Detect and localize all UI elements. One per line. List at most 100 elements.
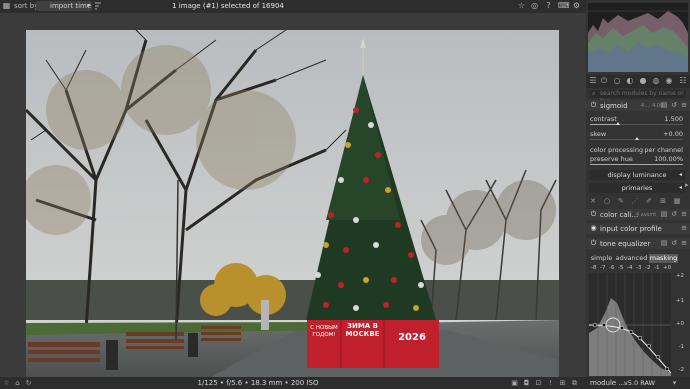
chevron-down-icon[interactable]: ▾ — [670, 378, 679, 388]
reset-icon[interactable]: ↺ — [670, 210, 678, 219]
module-power-icon[interactable]: ⏻ — [589, 101, 598, 110]
shortcuts-icon[interactable]: ⌨ — [558, 1, 570, 11]
drawn-parametric-mask-icon[interactable]: ✐ — [644, 196, 654, 206]
guides-icon[interactable]: ⊞ — [558, 378, 567, 388]
reset-icon[interactable]: ↺ — [670, 239, 678, 248]
module-power-icon[interactable]: ⏻ — [589, 210, 598, 219]
ev-tick: -7 — [600, 265, 606, 271]
primaries-label: primaries — [621, 184, 653, 192]
raster-mask-icon[interactable]: ⊞ — [658, 196, 668, 206]
display-luminance-section[interactable]: display luminance ◂ — [589, 170, 685, 180]
presets-icon[interactable]: ☷ — [678, 76, 688, 86]
parametric-mask-icon[interactable]: ⋰ — [630, 196, 640, 206]
chevron-right-icon[interactable]: ▸ — [685, 181, 689, 189]
color-circle-icon[interactable]: ● — [638, 76, 648, 86]
contrast-slider[interactable]: contrast 1.500 — [589, 115, 685, 127]
presets-menu-icon[interactable]: ≡ — [680, 101, 688, 110]
chevron-left-icon: ◂ — [678, 171, 682, 178]
image-viewport[interactable]: С НОВЫМ ГОДОМ! ЗИМА В МОСКВЕ 2026 — [0, 13, 586, 385]
checkerboard-icon[interactable]: ▩ — [672, 196, 682, 206]
ev-tick: +0 — [663, 265, 672, 271]
module-power-icon[interactable]: ⏻ — [589, 239, 598, 248]
ev-scale: -8 -7 -6 -5 -4 -3 -2 -1 +0 — [589, 265, 685, 273]
effects-circle-icon[interactable]: ◉ — [664, 76, 674, 86]
bottom-toolbar: ☆ ⌂ ↻ 1/125 • f/5.6 • 18.3 mm • 200 ISO … — [0, 377, 690, 389]
multi-instance-icon[interactable]: ▤ — [660, 210, 668, 219]
gamut-check-icon[interactable]: ! — [546, 378, 555, 388]
reset-icon[interactable]: ↺ — [670, 101, 678, 110]
presets-menu-icon[interactable]: ≡ — [680, 210, 688, 219]
chevron-left-icon: ◂ — [678, 184, 682, 191]
clipping-icon[interactable]: ◘ — [522, 378, 531, 388]
preferences-gear-icon[interactable]: ⚙ — [572, 1, 581, 11]
blend-mask-toolbar: ✕ ○ ✎ ⋰ ✐ ⊞ ▩ — [586, 196, 690, 206]
focus-peaking-icon[interactable]: ◎ — [530, 1, 539, 11]
contrast-fill — [590, 124, 618, 125]
skew-knob[interactable] — [634, 137, 639, 140]
module-header-sigmoid[interactable]: ⏻ sigmoid 4 ... 4.00 ▤ ↺ ≡ — [586, 100, 690, 111]
contrast-value: 1.500 — [664, 115, 683, 123]
color-processing-combo[interactable]: color processing per channel — [589, 145, 685, 155]
module-power-icon[interactable]: ◉ — [589, 224, 598, 233]
contrast-knob[interactable] — [615, 122, 620, 125]
histogram-graph — [588, 10, 688, 72]
module-search-input[interactable]: ⌕ search modules by name or tag — [590, 90, 686, 105]
preserve-hue-track — [590, 164, 683, 165]
star-icon[interactable]: ☆ — [517, 1, 526, 11]
tab-simple[interactable]: simple — [589, 254, 614, 263]
curve-tick: +0 — [675, 321, 684, 327]
tone-equalizer-tabs: simple advanced masking — [589, 254, 685, 263]
module-order-label[interactable]: module ... — [590, 379, 625, 387]
skew-track — [590, 137, 683, 140]
tab-advanced[interactable]: advanced — [615, 254, 648, 263]
module-group-tabs: ☰ ⏻ ○ ◐ ● ◍ ◉ ☷ — [586, 75, 690, 88]
module-order-value[interactable]: v5.0 RAW — [624, 379, 655, 387]
curve-graph — [589, 273, 671, 376]
color-processing-label: color processing — [590, 146, 644, 154]
close-icon[interactable]: ✕ — [588, 196, 598, 206]
module-header-color-calibration[interactable]: ⏻ color cali... 4 avsmt ▤ ↺ ≡ — [586, 209, 690, 220]
exif-info: 1/125 • f/5.6 • 18.3 mm • 200 ISO — [197, 379, 319, 387]
second-window-icon[interactable]: ⧉ — [570, 378, 579, 388]
curve-tick: +2 — [675, 273, 684, 279]
preserve-hue-value: 100.00% — [654, 155, 683, 163]
green-circle-icon[interactable]: ◍ — [651, 76, 661, 86]
curve-tick: -1 — [678, 344, 684, 350]
contrast-label: contrast — [590, 115, 617, 123]
drawn-mask-icon[interactable]: ✎ — [616, 196, 626, 206]
ev-tick: -5 — [618, 265, 624, 271]
presets-menu-icon[interactable]: ≡ — [680, 239, 688, 248]
power-icon[interactable]: ⏻ — [599, 76, 609, 86]
skew-slider[interactable]: skew +0.00 — [589, 130, 685, 142]
half-circle-icon[interactable]: ◐ — [625, 76, 635, 86]
ev-tick: -8 — [591, 265, 597, 271]
primaries-section[interactable]: primaries ◂ — [589, 183, 685, 193]
tab-masking[interactable]: masking — [649, 254, 678, 263]
banner-left-text: С НОВЫМ ГОДОМ! — [310, 325, 338, 338]
selection-count: 1 image (#1) selected of 16904 — [172, 2, 284, 10]
contrast-track — [590, 122, 683, 125]
hamburger-icon[interactable]: ☰ — [588, 76, 598, 86]
banner-right-text: 2026 — [398, 332, 426, 343]
presets-menu-icon[interactable]: ≡ — [680, 224, 688, 233]
preserve-hue-slider[interactable]: preserve hue 100.00% — [589, 155, 685, 167]
ev-tick: -3 — [636, 265, 642, 271]
module-name: tone equalizer — [600, 240, 651, 248]
display-luminance-label: display luminance — [607, 171, 667, 179]
circle-icon[interactable]: ○ — [612, 76, 622, 86]
tone-equalizer-curve[interactable] — [589, 273, 671, 376]
module-name: color cali... — [600, 211, 639, 219]
curve-scale: +2 +1 +0 -1 -2 — [671, 273, 687, 376]
module-header-input-color-profile[interactable]: ◉ input color profile ≡ — [586, 223, 690, 234]
histogram[interactable] — [588, 3, 688, 72]
module-header-tone-equalizer[interactable]: ⏻ tone equalizer ▤ ↺ ≡ — [586, 238, 690, 249]
multi-instance-icon[interactable]: ▤ — [660, 239, 668, 248]
color-processing-value: per channel — [644, 146, 683, 154]
uniform-mask-icon[interactable]: ○ — [602, 196, 612, 206]
softproof-icon[interactable]: ⊡ — [534, 378, 543, 388]
photo-preview[interactable]: С НОВЫМ ГОДОМ! ЗИМА В МОСКВЕ 2026 — [26, 30, 559, 385]
help-icon[interactable]: ? — [544, 1, 553, 11]
right-panel: ☰ ⏻ ○ ◐ ● ◍ ◉ ☷ ⌕ search modules by name… — [586, 0, 690, 377]
multi-instance-icon[interactable]: ▤ — [660, 101, 668, 110]
raw-overexposed-icon[interactable]: ▣ — [510, 378, 519, 388]
